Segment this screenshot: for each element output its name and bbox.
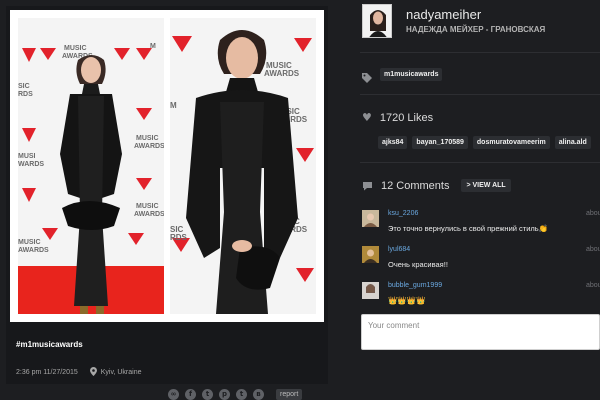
comment-time: abou [586, 282, 600, 289]
comment-username[interactable]: ksu_2206 [388, 210, 418, 217]
comment-time: abou [586, 246, 600, 253]
comment-username[interactable]: bubble_gum1999 [388, 282, 442, 289]
comment-item: lyul684 Очень красивая!! abou [362, 246, 600, 274]
tumblr-icon[interactable]: t [236, 388, 247, 400]
tag-icon [362, 70, 372, 83]
comment-item: bubble_gum1999 👑👑👑👑 abou [362, 282, 600, 310]
svg-text:AWARDS: AWARDS [264, 69, 300, 78]
view-all-comments-button[interactable]: > VIEW ALL [461, 179, 511, 192]
share-bar: ∞ f t p t в report [168, 388, 303, 400]
divider [360, 94, 600, 95]
comment-avatar[interactable] [362, 210, 379, 227]
svg-text:MUSIC: MUSIC [136, 203, 159, 210]
liker-chip[interactable]: ajks84 [378, 136, 408, 149]
svg-text:MUSIC: MUSIC [136, 135, 159, 142]
tags-row: m1musicawards [362, 68, 443, 83]
svg-text:MUSIC: MUSIC [18, 239, 41, 246]
liker-chip[interactable]: dosmuratovameerim [472, 136, 550, 149]
tag-chip[interactable]: m1musicawards [380, 68, 443, 81]
link-icon[interactable]: ∞ [168, 388, 179, 400]
svg-text:M: M [150, 43, 156, 50]
svg-text:SIC: SIC [18, 83, 30, 90]
svg-text:RDS: RDS [170, 233, 188, 242]
divider [360, 52, 600, 53]
pinterest-icon[interactable]: p [219, 388, 230, 400]
comment-text: 👑👑👑👑 [388, 296, 426, 305]
svg-text:MUSIC: MUSIC [64, 45, 87, 52]
post-meta: 2:36 pm 11/27/2015 Kyiv, Ukraine [16, 367, 141, 378]
report-label: report [280, 390, 299, 398]
comment-avatar[interactable] [362, 246, 379, 263]
comment-avatar[interactable] [362, 282, 379, 299]
liker-chip[interactable]: bayan_170589 [412, 136, 468, 149]
comment-username[interactable]: lyul684 [388, 246, 410, 253]
svg-text:AWARDS: AWARDS [18, 247, 49, 254]
likes-row: ♥ 1720 Likes [362, 111, 433, 124]
post-location[interactable]: Kyiv, Ukraine [101, 369, 142, 376]
location-pin-icon [89, 367, 97, 378]
photo-left: MUSIC AWARDS M SIC RDS MUSIC AWARDS MUSI WAR… [18, 18, 164, 314]
twitter-icon[interactable]: t [202, 388, 213, 400]
comments-count: 12 Comments [381, 179, 450, 192]
likes-count: 1720 Likes [379, 111, 434, 124]
comment-text: Это точно вернулись в свой прежний стиль… [388, 224, 549, 233]
vk-icon[interactable]: в [253, 388, 264, 400]
svg-text:AWARDS: AWARDS [134, 211, 164, 218]
svg-text:WARDS: WARDS [18, 161, 44, 168]
comments-row: 12 Comments > VIEW ALL [362, 179, 511, 192]
avatar[interactable] [362, 4, 392, 38]
report-button[interactable]: report [276, 388, 303, 400]
likers-list: ajks84 bayan_170589 dosmuratovameerim al… [378, 136, 591, 149]
comment-time: abou [586, 210, 600, 217]
post-hashtag[interactable]: #m1musicawards [16, 340, 83, 349]
divider [360, 162, 600, 163]
post-card: MUSIC AWARDS M SIC RDS MUSIC AWARDS MUSI WAR… [6, 6, 328, 384]
liker-chip[interactable]: alina.ald [554, 136, 591, 149]
post-date: 2:36 pm 11/27/2015 [16, 369, 78, 376]
profile-username[interactable]: nadyameiher [406, 7, 481, 22]
comment-bubble-icon [362, 181, 373, 191]
heart-icon[interactable]: ♥ [362, 111, 372, 124]
svg-text:AWARDS: AWARDS [134, 143, 164, 150]
comment-item: ksu_2206 Это точно вернулись в свой преж… [362, 210, 600, 238]
svg-text:MUSI: MUSI [18, 153, 36, 160]
svg-text:RDS: RDS [18, 91, 33, 98]
svg-text:M: M [170, 101, 177, 110]
photo-frame[interactable]: MUSIC AWARDS M SIC RDS MUSIC AWARDS MUSI WAR… [10, 10, 324, 322]
profile-full-name: НАДЕЖДА МЕЙХЕР - ГРАНОВСКАЯ [406, 25, 546, 34]
photo-right: MUSICAWARDS M MUSICAWARDS MUSICAWARDS SI… [170, 18, 316, 314]
comment-input[interactable] [361, 314, 600, 350]
comment-text: Очень красивая!! [388, 260, 448, 269]
facebook-icon[interactable]: f [185, 388, 196, 400]
